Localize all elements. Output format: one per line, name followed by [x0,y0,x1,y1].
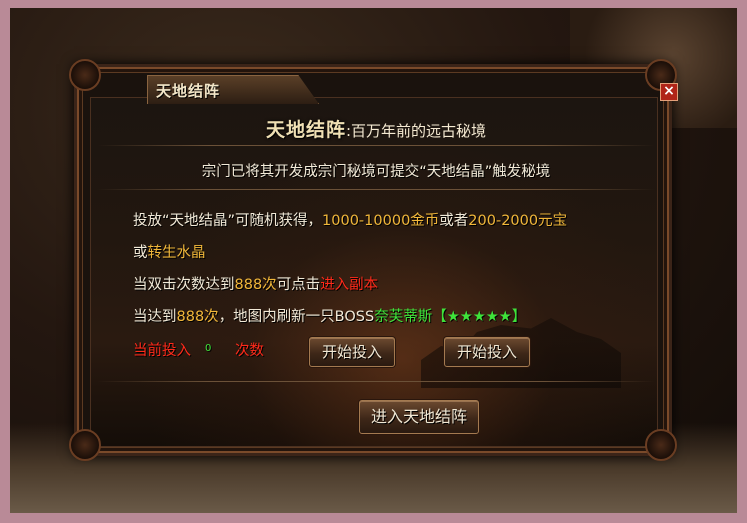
boss-prefix: 当达到 [133,309,177,325]
corner-ornament [69,59,101,91]
double-click-middle: 可点击 [276,277,321,293]
dialog-content-panel [90,97,658,447]
start-invest-button[interactable]: 开始投入 [309,337,395,367]
current-invest-suffix: 次数 [235,343,264,359]
boss-middle: ，地图内刷新一只BOSS [218,309,375,325]
boss-name: 奈芙蒂斯 [374,309,433,325]
rebirth-crystal: 转生水晶 [147,245,206,261]
close-button[interactable]: × [660,83,678,101]
double-click-line: 当双击次数达到888次可点击进入副本 [133,273,378,294]
enter-dungeon-link[interactable]: 进入副本 [320,277,378,293]
intro-text: 宗门已将其开发成宗门秘境可提交“天地结晶”触发秘境 [201,164,551,180]
boss-count: 888次 [176,309,219,325]
boss-stars: 【★★★★★】 [432,309,527,325]
dialog-title-tab: 天地结阵 [147,75,319,104]
yuanbao-range: 200-2000元宝 [468,213,568,229]
divider [97,381,655,382]
dungeon-subtitle: :百万年前的远古秘境 [345,122,487,140]
dungeon-name: 天地结阵 [265,119,346,141]
reward-line-2: 或转生水晶 [133,241,206,262]
tiandi-jiezhen-dialog: 天地结阵 × 天地结阵:百万年前的远古秘境 宗门已将其开发成宗门秘境可提交“天地… [69,59,678,461]
start-invest-button-2[interactable]: 开始投入 [444,337,530,367]
gold-range: 1000-10000金币 [322,213,440,229]
reward-or: 或者 [439,213,469,229]
divider [97,189,655,190]
boss-line: 当达到888次，地图内刷新一只BOSS奈芙蒂斯【★★★★★】 [133,305,526,326]
double-click-count: 888次 [234,277,277,293]
reward-prefix: 投放“天地结晶”可随机获得， [133,213,323,229]
reward-line: 投放“天地结晶”可随机获得，1000-10000金币或者200-2000元宝 [133,209,567,230]
double-click-prefix: 当双击次数达到 [133,277,235,293]
corner-ornament [645,429,677,461]
dialog-title: 天地结阵 [156,82,221,100]
current-invest-value: 0 [205,343,212,354]
current-invest-label: 当前投入 [133,343,191,359]
divider [97,145,655,146]
reward-or: 或 [133,245,148,261]
dungeon-header: 天地结阵:百万年前的远古秘境 [77,115,675,142]
corner-ornament [69,429,101,461]
enter-dungeon-button[interactable]: 进入天地结阵 [359,400,479,434]
